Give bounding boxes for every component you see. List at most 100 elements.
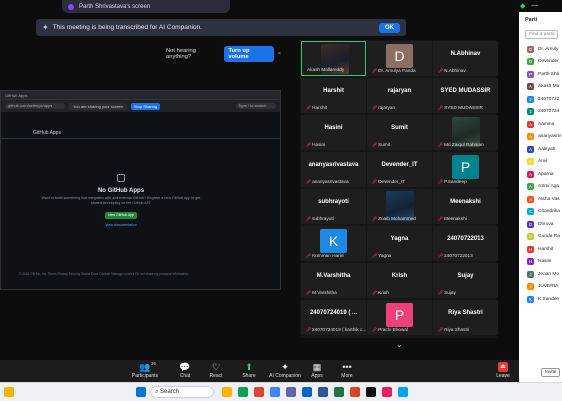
chat-button[interactable]: 💬 Chat <box>168 361 202 379</box>
participant-tile[interactable]: Sumit 🎤︎Sumit <box>367 115 432 150</box>
participant-tile[interactable]: subhrayoti 🎤︎subhrayoti <box>301 189 366 224</box>
participant-tile[interactable]: N.Abhinav 🎤︎N.Abhinav <box>433 41 498 76</box>
find-participant-input[interactable]: Find a partic <box>525 30 558 39</box>
leave-icon: ⏏ <box>498 362 508 372</box>
participant-list-item[interactable]: J Jeoan Mo <box>519 268 562 281</box>
shared-screen-view[interactable]: GitHub Apps github.com/settings/apps You… <box>0 90 281 290</box>
mic-muted-icon: 🎤︎ <box>372 179 378 184</box>
participant-list-item[interactable]: Aananyasriv <box>519 131 562 144</box>
participant-list-item[interactable]: G Gunda Ra <box>519 231 562 244</box>
participant-list-item[interactable]: 2 24070724 <box>519 106 562 119</box>
participant-label-text: rajaryan <box>378 105 396 110</box>
powerpoint-icon[interactable] <box>350 387 360 397</box>
word-icon[interactable] <box>318 387 328 397</box>
outlook-icon[interactable] <box>302 387 312 397</box>
mic-muted-icon: 🎤︎ <box>438 327 444 332</box>
participants-button[interactable]: 👥 36 Participants <box>128 361 162 379</box>
participant-list-item[interactable]: D Dhruva <box>519 218 562 231</box>
participant-label: 🎤︎Kumman Harini <box>306 253 344 258</box>
stop-sharing-button: Stop Sharing <box>130 102 161 110</box>
participant-list-item[interactable]: H Harshit <box>519 243 562 256</box>
participant-label: 🎤︎Dr. Amulya Panda <box>372 68 416 73</box>
participant-list-item[interactable]: A Aaleyah <box>519 143 562 156</box>
participant-list-item[interactable]: J JUVERIA <box>519 281 562 294</box>
github-search: Type / to search <box>236 103 276 109</box>
participant-tile[interactable]: 🎤︎Zoaib Mohammed <box>367 189 432 224</box>
participant-list-item[interactable]: K K Sandee <box>519 293 562 306</box>
participant-list-item[interactable]: A Atsha Vas <box>519 193 562 206</box>
participant-tile[interactable]: K 🎤︎Kumman Harini <box>301 226 366 261</box>
apps-button[interactable]: ▦ Apps <box>300 361 334 379</box>
ai-companion-button[interactable]: ✦ AI Companion <box>268 361 302 379</box>
ai-companion-notice: ✦ This meeting is being transcribed for … <box>36 19 406 36</box>
participant-list-item[interactable]: A ASmi Aga <box>519 181 562 194</box>
participant-tile[interactable]: SYED MUDASSIR 🎤︎SYED MUDASSIR <box>433 78 498 113</box>
participant-list-item[interactable]: P Parth Shri <box>519 68 562 81</box>
participant-tile[interactable]: ananyasrivastava 🎤︎ananyasrivastava <box>301 152 366 187</box>
participant-tile[interactable]: 24070724019 ( ... 🎤︎24070724019 ( karthik… <box>301 300 366 335</box>
invite-button[interactable]: Invite <box>541 368 561 377</box>
participant-tile[interactable]: Meenakshi 🎤︎Meenakshi <box>433 189 498 224</box>
participant-list-item[interactable]: A Aparna <box>519 168 562 181</box>
minimize-icon[interactable]: — <box>531 2 538 10</box>
panel-title: Parti <box>525 17 538 23</box>
participant-tile[interactable]: P 🎤︎P.Sandeep <box>433 152 498 187</box>
participant-tile[interactable]: Riya Shastri 🎤︎Riya Shastri <box>433 300 498 335</box>
participant-list-item[interactable]: C Chandrika <box>519 206 562 219</box>
windows-start-icon[interactable] <box>136 387 146 397</box>
participant-tile[interactable]: D 🎤︎Dr. Amulya Panda <box>367 41 432 76</box>
participant-list-name: Akash Ma <box>538 84 560 90</box>
zoom-app-icon[interactable] <box>270 387 280 397</box>
teams-icon[interactable] <box>286 387 296 397</box>
participant-tile[interactable]: Hasini 🎤︎Hasini <box>301 115 366 150</box>
participant-label: Akash Mallareddy <box>307 67 344 72</box>
participant-list-item[interactable]: D Dr. Amuly <box>519 43 562 56</box>
participant-list-item[interactable]: A Aamina <box>519 118 562 131</box>
share-button[interactable]: ⬆ Share <box>232 361 266 379</box>
participant-tile[interactable]: rajaryan 🎤︎rajaryan <box>367 78 432 113</box>
chevron-down-icon[interactable]: ⌄ <box>396 340 403 349</box>
excel-icon[interactable] <box>334 387 344 397</box>
terminal-icon[interactable] <box>366 387 376 397</box>
participant-tile[interactable]: Krish 🎤︎Krish <box>367 263 432 298</box>
participant-tile[interactable]: P 🎤︎Prachi Bhowal <box>367 300 432 335</box>
participant-tile[interactable]: Devender_IT 🎤︎Devender_IT <box>367 152 432 187</box>
participant-tile[interactable]: 🎤︎Md Zaiqul Rahman <box>433 115 498 150</box>
shield-icon[interactable]: ◆ <box>520 2 525 10</box>
file-explorer-icon[interactable] <box>222 387 232 397</box>
participant-label-text: M.Varshitha <box>312 290 337 295</box>
participant-tile[interactable]: 24070722013 🎤︎24070722013 <box>433 226 498 261</box>
participant-label-text: Prachi Bhowal <box>378 327 409 332</box>
mic-muted-icon: 🎤︎ <box>438 216 444 221</box>
weather-icon[interactable] <box>4 387 14 397</box>
participant-label: 🎤︎24070724019 ( karthik c... <box>306 327 366 332</box>
participant-tile[interactable]: Harshit 🎤︎Harshit <box>301 78 366 113</box>
store-icon[interactable] <box>398 387 408 397</box>
participant-avatar: D <box>527 220 534 228</box>
participant-label: 🎤︎Md Zaiqul Rahman <box>438 142 484 147</box>
participant-list-item[interactable]: H Hasini <box>519 256 562 269</box>
close-icon[interactable]: × <box>278 51 281 57</box>
react-button[interactable]: ♡ React <box>199 361 233 379</box>
taskbar-search[interactable]: ⌕ Search <box>150 386 214 398</box>
edge-icon[interactable] <box>238 387 248 397</box>
participant-tile[interactable]: Yagna 🎤︎Yagna <box>367 226 432 261</box>
participant-tile[interactable]: M.Varshitha 🎤︎M.Varshitha <box>301 263 366 298</box>
screen-share-indicator[interactable]: Parth Shrivastava's screen <box>62 0 230 13</box>
participant-list-name: ASmi Aga <box>538 184 560 190</box>
turn-up-volume-button[interactable]: Turn up volume <box>224 45 274 62</box>
leave-button[interactable]: ⏏ Leave <box>491 361 515 379</box>
participant-list-item[interactable]: D Devender <box>519 56 562 69</box>
participant-label-text: ananyasrivastava <box>312 179 349 184</box>
browser-toolbar: github.com/settings/apps You are sharing… <box>1 100 280 112</box>
participant-label-text: 24070724019 ( karthik c... <box>312 327 366 332</box>
more-button[interactable]: ••• More <box>330 361 364 379</box>
participant-list-item[interactable]: 2 24070722 <box>519 93 562 106</box>
participant-tile[interactable]: Akash Mallareddy <box>301 41 366 76</box>
participant-tile[interactable]: Sujay 🎤︎Sujay <box>433 263 498 298</box>
app-icon[interactable] <box>382 387 392 397</box>
chrome-icon[interactable] <box>254 387 264 397</box>
ok-button[interactable]: OK <box>379 22 400 33</box>
participant-list-item[interactable]: A Anvi <box>519 156 562 169</box>
participant-list-item[interactable]: A Akash Ma <box>519 81 562 94</box>
